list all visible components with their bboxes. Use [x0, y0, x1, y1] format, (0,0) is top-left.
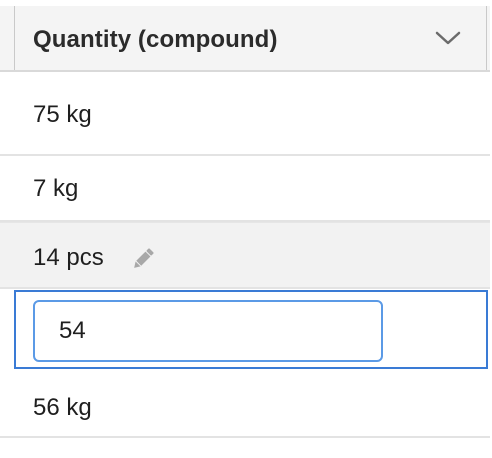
cell-value: 56 kg [33, 394, 92, 421]
column-resize-handle-left[interactable] [14, 6, 15, 70]
pencil-icon[interactable] [129, 245, 157, 273]
cell-value: 7 kg [33, 175, 79, 202]
table-row[interactable]: 56 kg [0, 370, 490, 438]
data-grid: Quantity (compound) 75 kg 7 kg 14 pcs 54… [0, 0, 492, 458]
table-row[interactable]: 75 kg [0, 74, 490, 156]
chevron-down-icon[interactable] [434, 28, 462, 48]
column-header-label: Quantity (compound) [33, 26, 278, 53]
cell-value: 75 kg [33, 101, 92, 128]
table-row-editing[interactable] [14, 290, 488, 369]
column-resize-handle-right[interactable] [486, 6, 487, 70]
table-row-hovered[interactable]: 14 pcs [0, 222, 490, 289]
column-header[interactable]: Quantity (compound) [0, 6, 490, 72]
cell-value: 14 pcs [33, 244, 104, 271]
table-row[interactable]: 7 kg [0, 156, 490, 222]
cell-editor-input[interactable] [33, 300, 383, 362]
